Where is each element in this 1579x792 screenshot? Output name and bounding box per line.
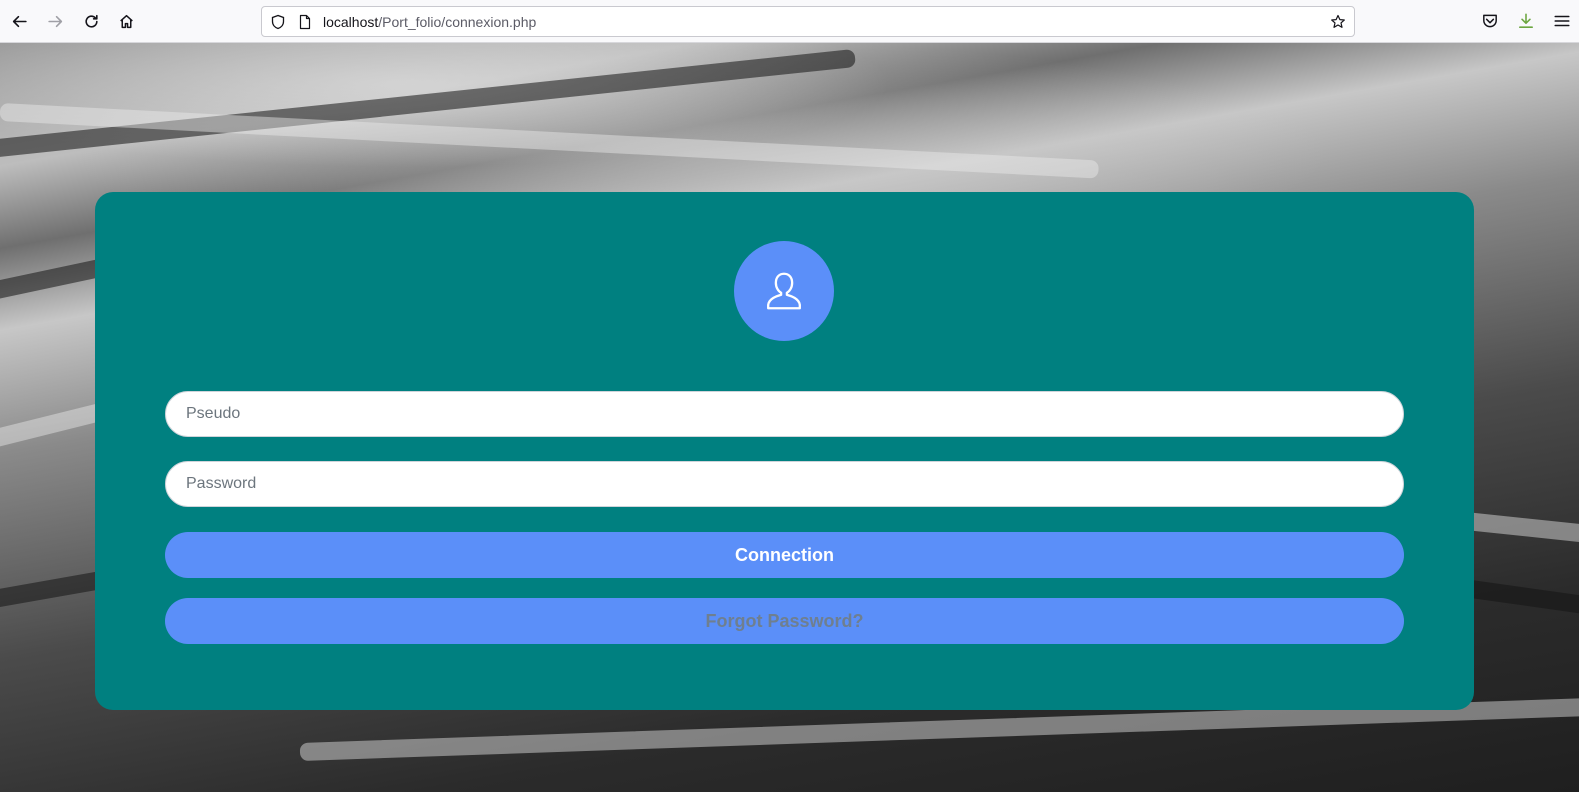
home-icon bbox=[119, 14, 133, 28]
forward-button[interactable] bbox=[41, 7, 69, 35]
login-card: Connection Forgot Password? bbox=[95, 192, 1474, 710]
background-shape bbox=[0, 103, 1099, 179]
avatar bbox=[734, 241, 834, 341]
shield-icon[interactable] bbox=[270, 14, 286, 30]
connection-button[interactable]: Connection bbox=[165, 532, 1404, 578]
menu-icon[interactable] bbox=[1553, 12, 1571, 30]
download-icon[interactable] bbox=[1517, 12, 1535, 30]
home-button[interactable] bbox=[112, 7, 140, 35]
bookmark-star-icon[interactable] bbox=[1330, 14, 1346, 30]
url-host: localhost bbox=[323, 14, 379, 30]
browser-toolbar: localhost/Port_folio/connexion.php bbox=[0, 0, 1579, 43]
reload-button[interactable] bbox=[77, 7, 105, 35]
pocket-icon[interactable] bbox=[1481, 12, 1499, 30]
user-icon bbox=[767, 272, 801, 310]
arrow-left-icon bbox=[12, 15, 27, 27]
page-icon[interactable] bbox=[297, 14, 313, 30]
pseudo-input[interactable] bbox=[165, 391, 1404, 437]
forgot-password-button[interactable]: Forgot Password? bbox=[165, 598, 1404, 644]
page-background: Connection Forgot Password? bbox=[0, 43, 1579, 792]
arrow-right-icon bbox=[47, 15, 62, 27]
reload-icon bbox=[84, 14, 98, 28]
url-path: /Port_folio/connexion.php bbox=[378, 14, 537, 30]
password-input[interactable] bbox=[165, 461, 1404, 507]
url-text[interactable]: localhost/Port_folio/connexion.php bbox=[323, 14, 536, 30]
back-button[interactable] bbox=[5, 7, 33, 35]
url-bar[interactable]: localhost/Port_folio/connexion.php bbox=[261, 6, 1355, 37]
